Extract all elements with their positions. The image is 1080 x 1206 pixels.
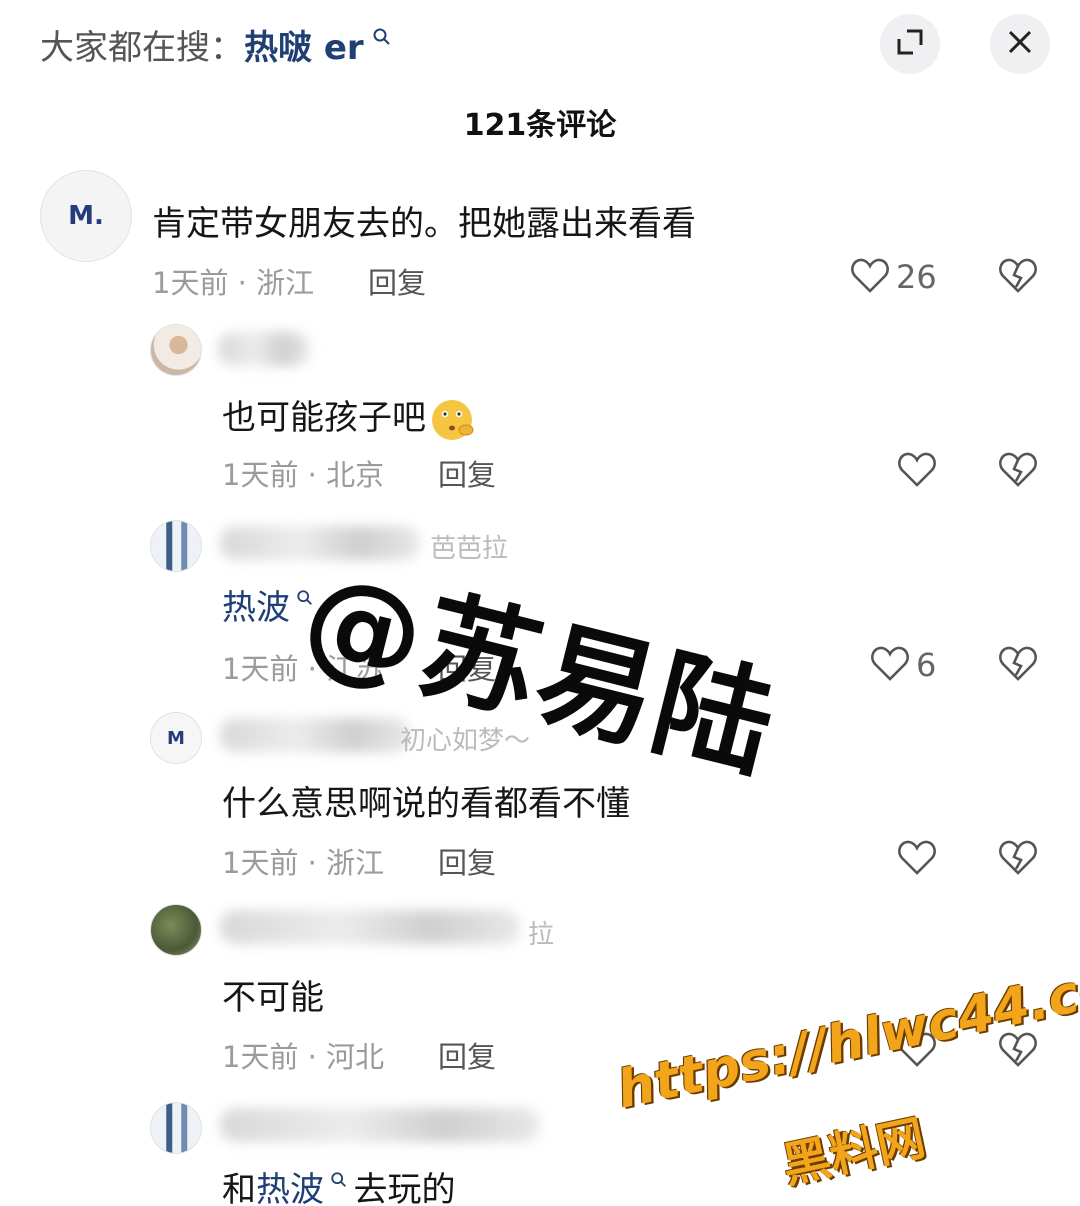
comment-text: 和热波 去玩的: [222, 1162, 455, 1206]
comment-count-title: 121条评论: [463, 108, 617, 143]
username-tail: 拉: [528, 920, 555, 950]
broken-heart-icon: [998, 646, 1038, 686]
comment-meta: 1天前 · 浙江: [152, 266, 315, 300]
like-button[interactable]: [897, 838, 937, 880]
expand-button[interactable]: [880, 14, 940, 74]
comment-time: 1天前: [152, 266, 229, 300]
comment-text: 不可能: [222, 978, 324, 1018]
dislike-button[interactable]: [998, 450, 1038, 492]
keyword-link[interactable]: 热波: [256, 1170, 324, 1206]
like-button[interactable]: 6: [870, 644, 936, 686]
like-count: 26: [896, 258, 937, 296]
comment-panel-header: 大家都在搜：热啵 er: [0, 0, 1080, 90]
like-button[interactable]: [897, 450, 937, 492]
dislike-button[interactable]: [998, 256, 1038, 298]
comment-time: 1天前: [222, 1040, 299, 1074]
like-button[interactable]: 26: [850, 256, 937, 298]
comment-location: 北京: [326, 458, 385, 492]
reply-button[interactable]: 回复: [438, 452, 496, 494]
comment-text: 也可能孩子吧: [222, 390, 476, 442]
username-blurred: [220, 910, 520, 944]
comment-time: 1天前: [222, 458, 299, 492]
comment-time: 1天前: [222, 652, 299, 686]
broken-heart-icon: [998, 258, 1038, 298]
heart-icon: [850, 256, 890, 298]
close-button[interactable]: [990, 14, 1050, 74]
comment-text: 什么意思啊说的看都看不懂: [222, 784, 630, 824]
broken-heart-icon: [998, 452, 1038, 492]
avatar[interactable]: [150, 520, 202, 572]
avatar[interactable]: M: [150, 712, 202, 764]
username-blurred: [218, 332, 310, 366]
heart-icon: [897, 838, 937, 880]
heart-icon: [897, 450, 937, 492]
site-name-watermark: 黑料网: [777, 1109, 931, 1195]
broken-heart-icon: [998, 840, 1038, 880]
reply-button[interactable]: 回复: [438, 1034, 496, 1076]
close-icon: [1005, 27, 1035, 61]
avatar-logo-text: M: [167, 727, 185, 749]
site-url-watermark: https://hlwc44.com: [612, 945, 1080, 1121]
avatar[interactable]: M.: [40, 170, 132, 262]
comment-meta: 1天前 · 北京: [222, 458, 385, 492]
author-watermark: @苏易陆: [290, 546, 790, 797]
comment-text: 肯定带女朋友去的。把她露出来看看: [152, 204, 696, 244]
expand-icon: [895, 27, 925, 61]
search-keyword[interactable]: 热啵 er: [244, 28, 364, 68]
avatar[interactable]: [150, 904, 202, 956]
comment-meta: 1天前 · 河北: [222, 1040, 385, 1074]
trending-search-hint[interactable]: 大家都在搜：热啵 er: [40, 20, 392, 69]
heart-icon: [870, 644, 910, 686]
thinking-face-emoji: [428, 398, 476, 442]
comment-text: 热波: [222, 580, 314, 629]
reply-button[interactable]: 回复: [368, 260, 426, 302]
username-blurred: [220, 1108, 540, 1142]
like-count: 6: [916, 646, 937, 684]
comment-meta: 1天前 · 浙江: [222, 846, 385, 880]
search-icon: [366, 28, 392, 52]
comment-location: 浙江: [256, 266, 315, 300]
reply-button[interactable]: 回复: [438, 840, 496, 882]
avatar-logo-text: M.: [68, 201, 104, 231]
search-icon: [324, 1172, 353, 1194]
comment-time: 1天前: [222, 846, 299, 880]
avatar[interactable]: [150, 1102, 202, 1154]
username-blurred: [220, 718, 410, 752]
dislike-button[interactable]: [998, 644, 1038, 686]
search-prefix: 大家都在搜：: [40, 28, 244, 68]
avatar[interactable]: [150, 324, 202, 376]
comment-location: 河北: [326, 1040, 385, 1074]
dislike-button[interactable]: [998, 838, 1038, 880]
broken-heart-icon: [998, 1032, 1038, 1072]
keyword-link[interactable]: 热波: [222, 588, 290, 628]
comment-location: 浙江: [326, 846, 385, 880]
